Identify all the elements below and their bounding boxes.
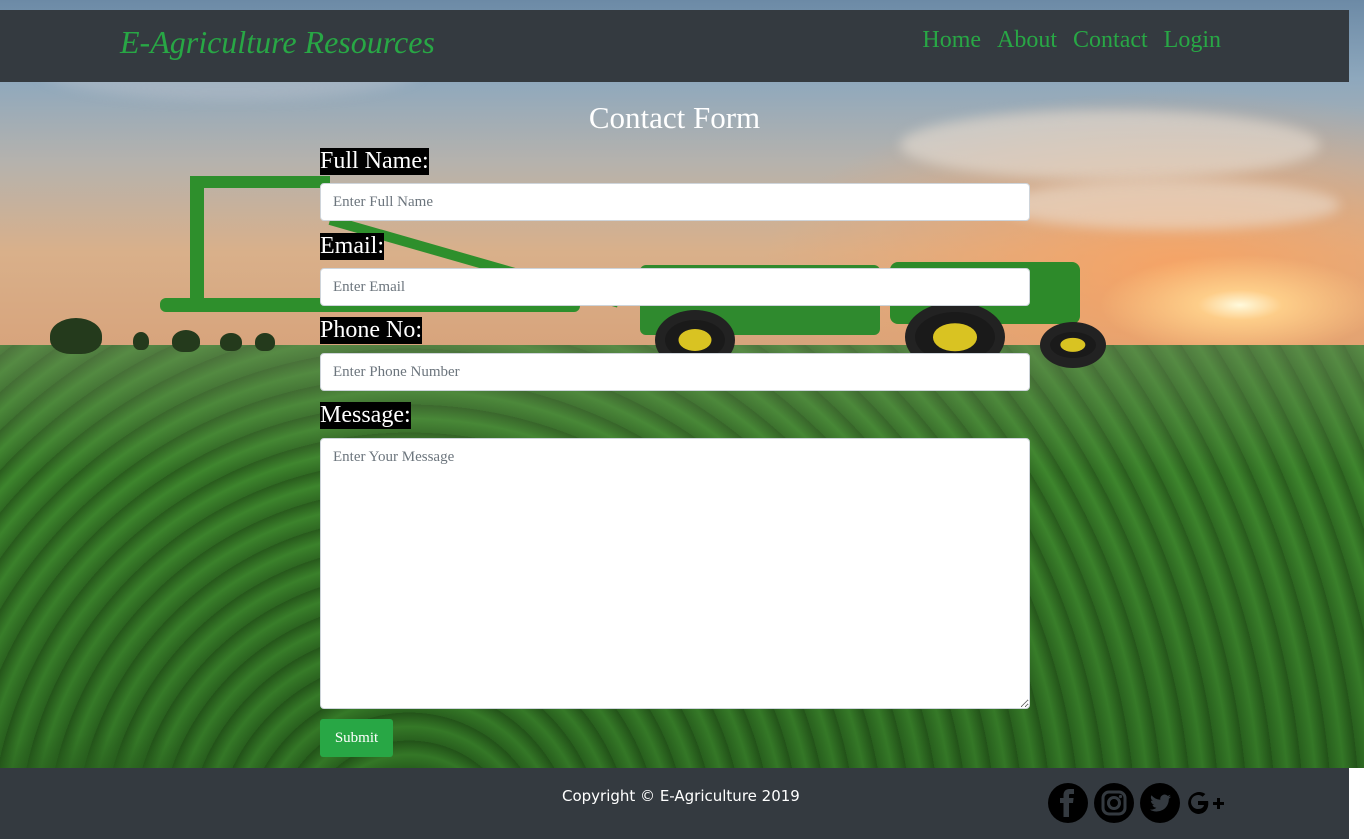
- facebook-icon[interactable]: [1048, 783, 1088, 823]
- nav-about[interactable]: About: [997, 27, 1057, 54]
- nav-menu: Home About Contact Login: [922, 27, 1221, 54]
- nav-home[interactable]: Home: [922, 27, 981, 54]
- full-name-input[interactable]: [320, 183, 1030, 221]
- message-label: Message:: [320, 402, 411, 429]
- brand-logo[interactable]: E-Agriculture Resources: [120, 24, 435, 61]
- twitter-icon[interactable]: [1140, 783, 1180, 823]
- navbar: E-Agriculture Resources Home About Conta…: [0, 10, 1349, 82]
- submit-button[interactable]: Submit: [320, 719, 393, 757]
- phone-label: Phone No:: [320, 317, 422, 344]
- instagram-icon[interactable]: [1094, 783, 1134, 823]
- phone-input[interactable]: [320, 353, 1030, 391]
- social-links: [1048, 783, 1228, 823]
- footer: Copyright © E-Agriculture 2019: [0, 768, 1349, 839]
- page-title: Contact Form: [588, 100, 761, 135]
- google-plus-icon[interactable]: [1186, 788, 1228, 818]
- email-label: Email:: [320, 233, 384, 260]
- copyright-text: Copyright © E-Agriculture 2019: [562, 787, 800, 805]
- nav-contact[interactable]: Contact: [1073, 27, 1148, 54]
- full-name-label: Full Name:: [320, 148, 429, 175]
- nav-login[interactable]: Login: [1164, 27, 1221, 54]
- message-textarea[interactable]: [320, 438, 1030, 709]
- email-input[interactable]: [320, 268, 1030, 306]
